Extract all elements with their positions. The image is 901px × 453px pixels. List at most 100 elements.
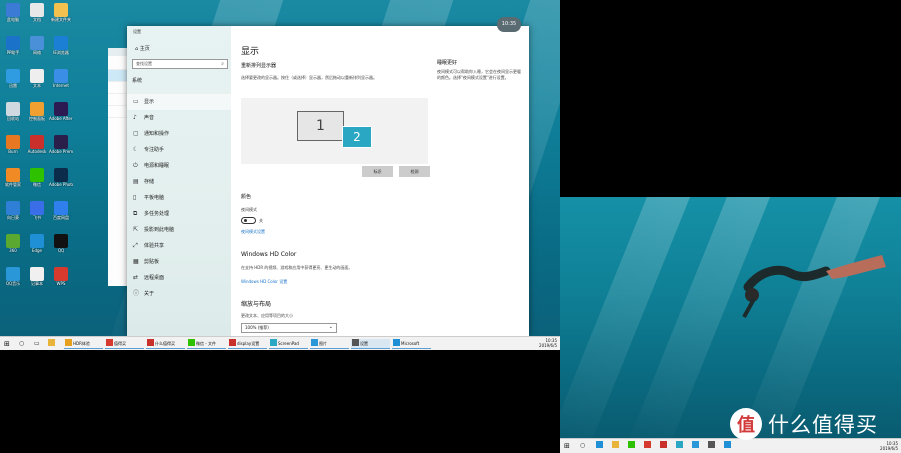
desktop-icon[interactable]: Edge — [26, 234, 48, 264]
share-icon: ⤢ — [133, 242, 138, 249]
scale-description: 更改文本、应用等项目的大小 — [241, 313, 293, 318]
app-icon — [188, 339, 195, 346]
sidebar-item[interactable]: ⇱ 投影到此电脑 — [127, 222, 231, 238]
desktop-icon[interactable]: 此电脑 — [2, 3, 24, 33]
desktop-icon[interactable]: Internet — [50, 69, 72, 99]
desktop-icon[interactable]: 新建文件夹 — [50, 3, 72, 33]
start-button[interactable]: ⊞ — [564, 441, 570, 451]
sidebar-item[interactable]: ⧉ 多任务处理 — [127, 206, 231, 222]
taskbar-task[interactable]: 图片 — [310, 339, 349, 349]
desktop-icon-label: WPS — [56, 281, 66, 286]
watermark-text: 什么值得买 — [768, 413, 878, 437]
app-icon — [30, 69, 44, 83]
taskbar-task-label: 设置 — [360, 341, 368, 346]
desktop-icon[interactable]: 控制面板 — [26, 102, 48, 132]
home-label: 主页 — [139, 46, 150, 52]
app-icon[interactable] — [676, 441, 684, 451]
taskbar-task[interactable]: 值得买 — [105, 339, 144, 349]
taskbar-task-label: HDR体验 — [73, 341, 90, 346]
app-icon[interactable] — [596, 441, 604, 451]
hdr-settings-link[interactable]: Windows HD Color 设置 — [241, 279, 287, 285]
app-icon[interactable] — [724, 441, 732, 451]
desktop-icon-label: 此电脑 — [7, 17, 19, 22]
sidebar-item[interactable]: ⤢ 体验共享 — [127, 238, 231, 254]
taskbar-task[interactable]: HDR体验 — [64, 339, 103, 349]
notification-badge[interactable]: 10:35 — [497, 17, 521, 32]
app-icon[interactable] — [612, 441, 620, 451]
desktop-icon[interactable]: 微信 — [26, 168, 48, 198]
power-icon: ⏻ — [133, 162, 138, 169]
night-light-toggle[interactable] — [241, 217, 256, 224]
taskbar-task[interactable]: 设置 — [351, 339, 390, 349]
system-tray[interactable]: 10:35 2019/6/5 — [539, 338, 557, 348]
sidebar-item[interactable]: ▯ 平板电脑 — [127, 190, 231, 206]
sidebar-item[interactable]: ▤ 存储 — [127, 174, 231, 190]
taskbar-task[interactable]: Microsoft — [392, 339, 431, 349]
desktop-icon[interactable]: WPS — [50, 267, 72, 297]
desktop-icon[interactable]: QQ音乐 — [2, 267, 24, 297]
desktop-icon[interactable]: 软件管家 — [2, 168, 24, 198]
sidebar-item[interactable]: ⏻ 电源和睡眠 — [127, 158, 231, 174]
app-icon[interactable] — [692, 441, 700, 451]
desktop-icon-label: Burn — [8, 149, 18, 154]
night-light-settings-link[interactable]: 夜间模式设置 — [241, 229, 265, 235]
app-icon[interactable] — [644, 441, 652, 451]
monitor-1-tile[interactable]: 1 — [297, 111, 344, 141]
monitor-2-tile[interactable]: 2 — [342, 126, 372, 148]
start-button[interactable]: ⊞ — [4, 339, 10, 349]
desktop-icon[interactable]: 文本 — [26, 69, 48, 99]
taskbar-task[interactable]: display设置 — [228, 339, 267, 349]
desktop-icon[interactable]: 飞书 — [26, 201, 48, 231]
sidebar-item[interactable]: ⓘ 关于 — [127, 286, 231, 302]
settings-nav-list: ▭ 显示 ♪ 声音 ▢ 通知和操作 ☾ 专注助手 ⏻ 电源和睡眠 ▤ 存储 ▯ 平板电脑 ⧉ 多任务处理 ⇱ 投影… — [127, 94, 231, 302]
remote-icon: ⇄ — [133, 274, 139, 281]
page-title: 显示 — [241, 47, 260, 57]
desktop-icon[interactable]: 百度网盘 — [50, 201, 72, 231]
task-view-icon[interactable]: ▭ — [34, 339, 40, 349]
sidebar-item[interactable]: ▭ 显示 — [127, 94, 231, 110]
file-explorer-icon[interactable] — [48, 339, 56, 349]
desktop-icon-label: Adobe Premiere — [49, 149, 73, 154]
home-link[interactable]: ⌂ 主页 — [135, 45, 150, 52]
detect-button[interactable]: 检测 — [399, 166, 430, 177]
desktop-icon[interactable]: 网络 — [26, 36, 48, 66]
desktop-icon[interactable]: Burn — [2, 135, 24, 165]
scale-dropdown[interactable]: 100% (推荐) ⌄ — [241, 323, 337, 333]
desktop-icon[interactable]: 360 — [2, 234, 24, 264]
system-tray[interactable]: 10:35 2019/6/5 — [880, 441, 898, 451]
app-icon[interactable] — [628, 441, 636, 451]
sidebar-item[interactable]: ▢ 通知和操作 — [127, 126, 231, 142]
desktop-icon-label: 文本 — [33, 83, 41, 88]
taskbar-task[interactable]: 微信 - 文件 — [187, 339, 226, 349]
gear-icon[interactable] — [708, 441, 716, 451]
taskbar-task[interactable]: ScreenPad — [269, 339, 308, 349]
search-icon[interactable]: ○ — [19, 339, 24, 349]
desktop-icon[interactable]: 迅雷 — [2, 69, 24, 99]
app-icon — [65, 339, 72, 346]
sidebar-item[interactable]: ♪ 声音 — [127, 110, 231, 126]
desktop-icon[interactable]: Adobe Premiere — [49, 135, 73, 165]
sidebar-item[interactable]: ⇄ 远程桌面 — [127, 270, 231, 286]
desktop-icon[interactable]: 记事本 — [26, 267, 48, 297]
identify-button[interactable]: 标识 — [362, 166, 393, 177]
taskbar-task-label: 值得买 — [114, 341, 126, 346]
desktop-icon[interactable]: 回收站 — [2, 102, 24, 132]
desktop-icon[interactable]: Adobe Photoshop — [49, 168, 73, 198]
related-description: 夜间模式可以帮助你入睡，它会在夜间显示更暖的颜色。选择"夜间模式设置"进行设置。 — [437, 69, 521, 80]
sidebar-item[interactable]: ☾ 专注助手 — [127, 142, 231, 158]
desktop-icon[interactable]: IE浏览器 — [50, 36, 72, 66]
desktop-icon[interactable]: Adobe After Effects — [49, 102, 73, 132]
monitor-arrangement-preview[interactable]: 1 2 — [241, 98, 428, 164]
desktop-icon[interactable]: PP助手 — [2, 36, 24, 66]
display-settings-page: 显示 重新排列显示器 选择要更改的显示器。按住（或选择）显示器，然后拖动以重新排… — [241, 26, 529, 336]
desktop-icon[interactable]: 文档 — [26, 3, 48, 33]
desktop-icon[interactable]: QQ — [50, 234, 72, 264]
desktop-icon[interactable]: 向日葵 — [2, 201, 24, 231]
app-icon[interactable] — [660, 441, 668, 451]
settings-search-input[interactable]: 查找设置 ⌕ — [132, 59, 228, 69]
app-icon — [147, 339, 154, 346]
desktop-icon[interactable]: Autodesk — [26, 135, 48, 165]
taskbar-task[interactable]: 什么值得买 — [146, 339, 185, 349]
search-icon[interactable]: ○ — [580, 441, 585, 451]
sidebar-item[interactable]: ▦ 剪贴板 — [127, 254, 231, 270]
